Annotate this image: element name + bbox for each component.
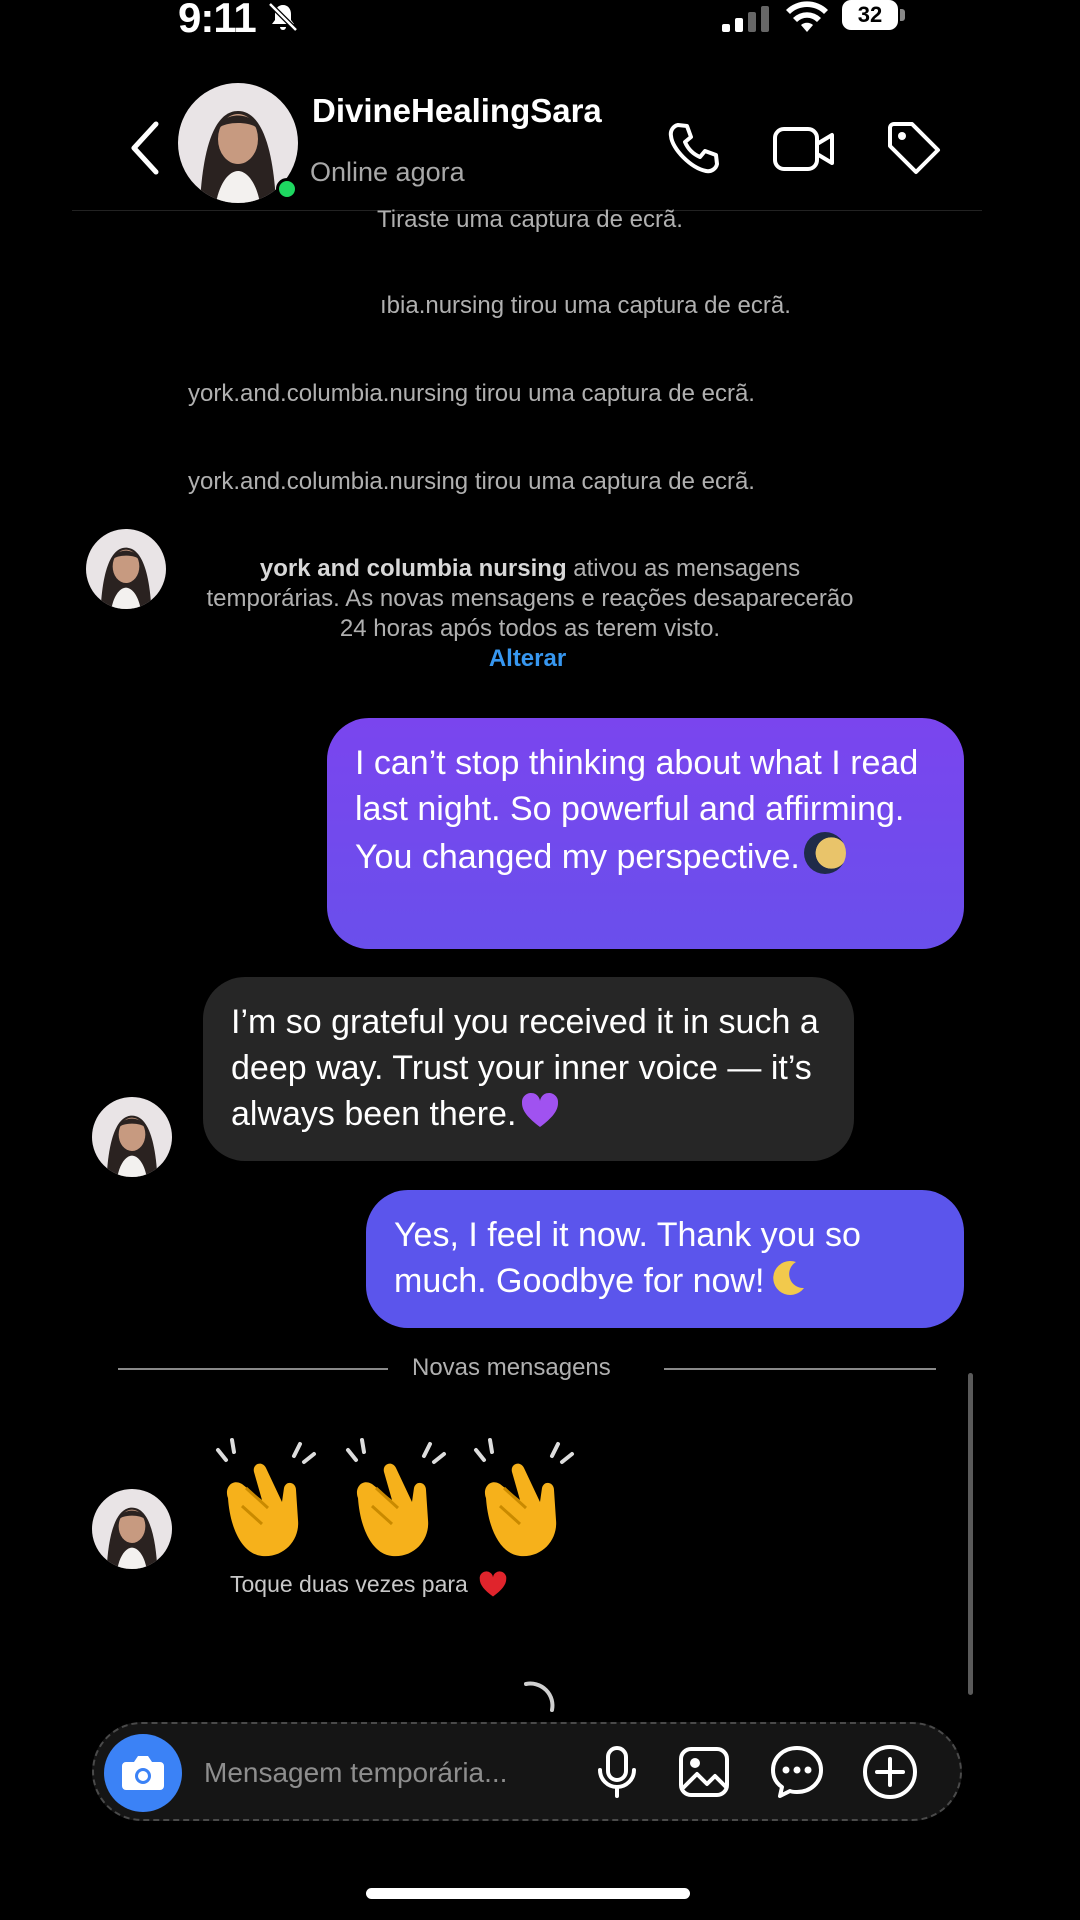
back-chevron-icon[interactable]: [124, 118, 168, 178]
crescent-moon-icon: [773, 1260, 805, 1295]
purple-heart-icon: [522, 1092, 559, 1127]
gallery-icon[interactable]: [678, 1746, 730, 1798]
clapping-hands-icon[interactable]: [336, 1436, 456, 1562]
double-tap-hint: Toque duas vezes para: [230, 1570, 508, 1598]
double-tap-text: Toque duas vezes para: [230, 1571, 468, 1597]
temp-notice-actor: york and columbia nursing: [259, 555, 567, 582]
divider-line: [664, 1368, 936, 1370]
message-bubble-outgoing[interactable]: Yes, I feel it now. Thank you so much. G…: [366, 1190, 964, 1328]
sender-avatar[interactable]: [86, 529, 166, 609]
signal-icon: [722, 6, 769, 32]
scrollbar[interactable]: [968, 1373, 973, 1695]
message-bubble-incoming[interactable]: I’m so grateful you received it in such …: [203, 977, 854, 1161]
camera-button[interactable]: [104, 1734, 182, 1812]
wifi-icon: [786, 1, 828, 32]
message-bubble-outgoing[interactable]: I can’t stop thinking about what I read …: [327, 718, 964, 949]
screenshot-notice: ıbia.nursing tirou uma captura de ecrã.: [380, 292, 791, 319]
message-input[interactable]: [202, 1750, 576, 1796]
clapping-hands-icon[interactable]: [206, 1436, 326, 1562]
screenshot-notice: Tiraste uma captura de ecrã.: [377, 206, 683, 233]
sender-avatar[interactable]: [92, 1097, 172, 1177]
screenshot-notice: york.and.columbia.nursing tirou uma capt…: [188, 468, 755, 495]
battery-level: 32: [842, 0, 898, 30]
home-indicator[interactable]: [366, 1888, 690, 1899]
contact-name[interactable]: DivineHealingSara: [312, 92, 602, 130]
camera-icon: [122, 1756, 164, 1790]
status-time: 9:11: [178, 0, 257, 41]
video-camera-icon[interactable]: [772, 124, 836, 174]
sticker-chat-icon[interactable]: [770, 1745, 824, 1799]
divider-line: [118, 1368, 388, 1370]
sender-avatar[interactable]: [92, 1489, 172, 1569]
loading-spinner-icon: [524, 1681, 555, 1712]
phone-icon[interactable]: [664, 120, 720, 176]
online-indicator: [276, 178, 298, 200]
microphone-icon[interactable]: [596, 1746, 638, 1798]
bell-slash-icon: [268, 2, 298, 32]
clapping-hands-icon[interactable]: [464, 1436, 584, 1562]
red-heart-icon: [479, 1571, 507, 1597]
tag-icon[interactable]: [886, 120, 942, 176]
screenshot-notice: york.and.columbia.nursing tirou uma capt…: [188, 380, 755, 407]
new-messages-label: Novas mensagens: [412, 1354, 611, 1381]
contact-status: Online agora: [310, 157, 465, 187]
first-quarter-moon-face-icon: [803, 832, 846, 874]
change-link[interactable]: Alterar: [0, 645, 1055, 673]
battery-indicator: 32: [842, 0, 908, 30]
temporary-messages-notice: york and columbia nursing ativou as mens…: [190, 554, 870, 644]
add-icon[interactable]: [862, 1744, 918, 1800]
